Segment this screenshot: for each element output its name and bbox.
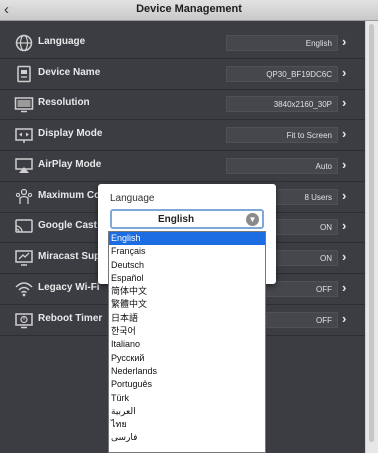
language-option[interactable]: English	[109, 232, 265, 246]
chevron-right-icon: ›	[342, 65, 347, 80]
airplay-icon	[14, 156, 34, 176]
language-option[interactable]: Türk	[109, 392, 265, 405]
language-options-list[interactable]: English Français Deutsch Español 简体中文 繁體…	[108, 231, 266, 453]
setting-row-resolution[interactable]: Resolution 3840x2160_30P ›	[0, 89, 365, 120]
setting-value: Fit to Screen	[226, 127, 338, 143]
device-id-icon	[14, 64, 34, 84]
language-option[interactable]: Português	[109, 378, 265, 391]
fit-screen-icon	[14, 125, 34, 145]
language-option[interactable]: فارسی	[109, 431, 265, 444]
setting-label: Resolution	[38, 97, 90, 108]
setting-label: Maximum Co	[38, 190, 101, 201]
setting-label: Display Mode	[38, 128, 103, 139]
monitor-icon	[14, 94, 34, 114]
language-option[interactable]: 简体中文	[109, 285, 265, 298]
language-option[interactable]: Español	[109, 272, 265, 285]
setting-label: Language	[38, 36, 86, 47]
chevron-right-icon: ›	[342, 218, 347, 233]
chevron-right-icon: ›	[342, 95, 347, 110]
setting-label: Legacy Wi-Fi	[38, 282, 100, 293]
language-option[interactable]: Italiano	[109, 338, 265, 351]
setting-value: 3840x2160_30P	[226, 96, 338, 112]
chevron-right-icon: ›	[342, 249, 347, 264]
setting-value: Auto	[226, 158, 338, 174]
setting-row-language[interactable]: Language English ›	[0, 28, 365, 59]
setting-label: AirPlay Mode	[38, 159, 102, 170]
language-select[interactable]: English ▼	[110, 209, 264, 229]
chevron-right-icon: ›	[342, 188, 347, 203]
title-bar: ‹ Device Management	[0, 0, 378, 21]
globe-icon	[14, 33, 34, 53]
scrollbar-thumb[interactable]	[369, 24, 374, 442]
setting-row-airplay-mode[interactable]: AirPlay Mode Auto ›	[0, 151, 365, 182]
language-option[interactable]: 繁體中文	[109, 298, 265, 311]
wifi-icon	[14, 279, 34, 299]
users-icon	[14, 187, 34, 207]
timer-icon	[14, 310, 34, 330]
chevron-right-icon: ›	[342, 311, 347, 326]
language-option[interactable]: العربية	[109, 405, 265, 418]
language-option[interactable]: Deutsch	[109, 259, 265, 272]
setting-value: English	[226, 35, 338, 51]
chevron-right-icon: ›	[342, 157, 347, 172]
setting-value: QP30_BF19DC6C	[226, 66, 338, 82]
chevron-right-icon: ›	[342, 34, 347, 49]
language-option[interactable]: 한국어	[109, 325, 265, 338]
language-select-value: English	[157, 214, 195, 225]
setting-label: Device Name	[38, 67, 101, 78]
language-option[interactable]: Русский	[109, 352, 265, 365]
miracast-icon	[14, 248, 34, 268]
chevron-right-icon: ›	[342, 280, 347, 295]
setting-row-display-mode[interactable]: Display Mode Fit to Screen ›	[0, 120, 365, 151]
cast-icon	[14, 217, 34, 237]
setting-label: Google Cast S	[38, 220, 107, 231]
language-option[interactable]: Français	[109, 245, 265, 258]
chevron-down-icon: ▼	[246, 213, 259, 226]
language-option[interactable]: 日本語	[109, 312, 265, 325]
setting-label: Miracast Supp	[38, 251, 107, 262]
setting-label: Reboot Timer	[38, 313, 103, 324]
language-option[interactable]: Nederlands	[109, 365, 265, 378]
language-option[interactable]: ไทย	[109, 418, 265, 431]
page-title: Device Management	[136, 3, 242, 15]
popup-title: Language	[110, 193, 155, 204]
setting-row-device-name[interactable]: Device Name QP30_BF19DC6C ›	[0, 59, 365, 90]
chevron-right-icon: ›	[342, 126, 347, 141]
